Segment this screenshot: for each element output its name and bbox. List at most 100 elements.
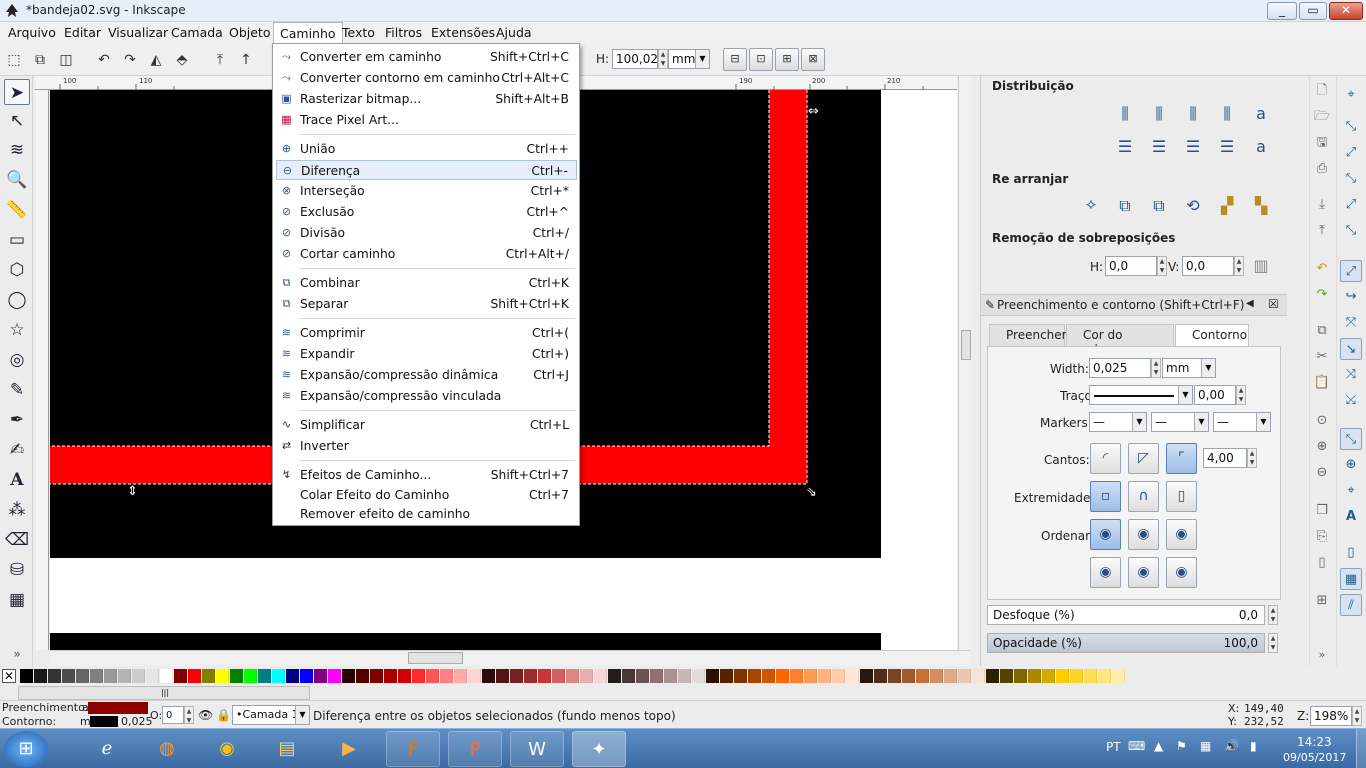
snap-bbox-edge-icon[interactable]: ⤢ <box>1340 142 1362 164</box>
color-swatch[interactable] <box>20 669 33 683</box>
menu-item-converter-contorno[interactable]: ⤳ Converter contorno em caminho Ctrl+Alt… <box>276 68 577 88</box>
opacity-spinner[interactable]: ▲ ▼ <box>1268 633 1278 653</box>
snap-midpoint-icon[interactable]: ⤩ <box>1340 390 1362 412</box>
menu-item-cortar-caminho[interactable]: ⊘ Cortar caminho Ctrl+Alt+/ <box>276 244 577 264</box>
menu-item-expansao-dinamica[interactable]: ≋ Expansão/compressão dinâmica Ctrl+J <box>276 365 577 385</box>
menu-objeto[interactable]: Objeto <box>229 25 271 40</box>
menu-item-separar[interactable]: ⧉ Separar Shift+Ctrl+K <box>276 294 577 314</box>
menu-item-colar-efeito[interactable]: Colar Efeito do Caminho Ctrl+7 <box>276 485 577 505</box>
menu-item-divisao[interactable]: ⊘ Divisão Ctrl+/ <box>276 223 577 243</box>
mid-marker-select[interactable]: — ▼ <box>1151 412 1209 432</box>
horizontal-scroll-thumb[interactable] <box>408 652 463 664</box>
snap-smooth-icon[interactable]: ⤨ <box>1340 364 1362 386</box>
zoom-spinner[interactable]: ▲ ▼ <box>1352 706 1362 726</box>
color-swatch[interactable] <box>398 669 411 683</box>
color-swatch[interactable] <box>1084 669 1097 683</box>
color-swatch[interactable] <box>538 669 551 683</box>
pen-tool-icon[interactable]: ✒ <box>4 407 30 433</box>
color-swatch[interactable] <box>1112 669 1125 683</box>
calligraphy-tool-icon[interactable]: ✍ <box>4 437 30 463</box>
color-swatch[interactable] <box>552 669 565 683</box>
color-swatch[interactable] <box>188 669 201 683</box>
import-icon[interactable]: ⤓ <box>1311 194 1333 216</box>
undo-icon[interactable]: ↶ <box>1311 258 1333 280</box>
color-swatch[interactable] <box>706 669 719 683</box>
rectangle-tool-icon[interactable]: ▭ <box>4 227 30 253</box>
miter-limit-spinner[interactable]: ▲ ▼ <box>1247 448 1257 468</box>
color-swatch[interactable] <box>720 669 733 683</box>
snap-bbox-center-icon[interactable]: ⤡ <box>1340 220 1362 242</box>
color-swatch[interactable] <box>1098 669 1111 683</box>
blur-slider[interactable]: Desfoque (%) 0,0 <box>987 605 1265 625</box>
eye-icon[interactable]: 👁 <box>198 708 213 722</box>
zoom-drawing-icon[interactable]: ⊕ <box>1311 436 1333 458</box>
paste-icon[interactable]: 📋 <box>1311 372 1333 394</box>
open-icon[interactable]: 🗁 <box>1311 106 1333 128</box>
order-fill-markers-button[interactable]: ◉ <box>1166 519 1197 550</box>
color-swatch[interactable] <box>426 669 439 683</box>
dash-pattern-select[interactable]: ▼ <box>1089 385 1193 405</box>
select-all-icon[interactable]: ⬚ <box>4 50 24 70</box>
fill-color-swatch[interactable] <box>88 702 148 714</box>
color-swatch[interactable] <box>174 669 187 683</box>
stroke-width-value[interactable]: 0,025 <box>121 715 153 728</box>
color-swatch[interactable] <box>1042 669 1055 683</box>
join-miter-button[interactable]: ⌜ <box>1166 443 1197 474</box>
media-player-icon[interactable]: ▶ <box>322 731 376 767</box>
redo-icon[interactable]: ↷ <box>1311 284 1333 306</box>
clone-icon[interactable]: ⎘ <box>1311 526 1333 548</box>
powerpoint-icon[interactable]: P <box>448 731 502 767</box>
menu-caminho[interactable]: Caminho <box>273 22 343 44</box>
distribute-baseline-v-icon[interactable]: a <box>1247 133 1275 161</box>
menu-item-converter-em-caminho[interactable]: ⤳ Converter em caminho Shift+Ctrl+C <box>276 47 577 67</box>
color-swatch[interactable] <box>160 669 173 683</box>
fusion-360-icon[interactable]: F <box>386 731 440 767</box>
color-swatch[interactable] <box>692 669 705 683</box>
color-swatch[interactable] <box>846 669 859 683</box>
color-swatch[interactable] <box>608 669 621 683</box>
menu-item-efeitos-de-caminho[interactable]: ↯ Efeitos de Caminho... Shift+Ctrl+7 <box>276 465 577 485</box>
color-swatch[interactable] <box>790 669 803 683</box>
lock-icon[interactable]: 🔒 <box>216 708 231 722</box>
color-swatch[interactable] <box>902 669 915 683</box>
menu-item-uniao[interactable]: ⊕ União Ctrl++ <box>276 139 577 159</box>
cap-round-button[interactable]: ∩ <box>1128 481 1159 512</box>
zoom-page-icon[interactable]: ⊖ <box>1311 462 1333 484</box>
spray-tool-icon[interactable]: ⁂ <box>4 497 30 523</box>
order-stroke-fill-button[interactable]: ◉ <box>1128 519 1159 550</box>
join-round-button[interactable]: ◜ <box>1090 443 1121 474</box>
color-swatch[interactable] <box>496 669 509 683</box>
raise-icon[interactable]: ↑ <box>236 50 256 70</box>
color-swatch[interactable] <box>300 669 313 683</box>
color-swatch[interactable] <box>48 669 61 683</box>
color-swatch[interactable] <box>328 669 341 683</box>
menu-ajuda[interactable]: Ajuda <box>496 25 532 40</box>
distribute-bottom-icon[interactable]: ☰ <box>1179 133 1207 161</box>
rotate-ccw-icon[interactable]: ↶ <box>94 50 114 70</box>
action-center-icon[interactable]: ⚑ <box>1176 739 1187 753</box>
opacity-slider[interactable]: Opacidade (%) 100,0 <box>987 633 1265 653</box>
color-swatch[interactable] <box>860 669 873 683</box>
remove-overlaps-icon[interactable]: ▥ <box>1247 252 1275 280</box>
color-swatch[interactable] <box>202 669 215 683</box>
color-swatch[interactable] <box>832 669 845 683</box>
menu-item-inverter[interactable]: ⇄ Inverter <box>276 436 577 456</box>
snap-cusp-icon[interactable]: ↘ <box>1340 338 1362 360</box>
color-swatch[interactable] <box>118 669 131 683</box>
transform-gradients-button[interactable]: ⊞ <box>775 48 799 71</box>
color-swatch[interactable] <box>272 669 285 683</box>
selector-tool-icon[interactable]: ➤ <box>4 79 30 105</box>
cap-butt-button[interactable]: ▫ <box>1090 481 1121 512</box>
color-swatch[interactable] <box>958 669 971 683</box>
chrome-icon[interactable]: ◉ <box>200 731 254 767</box>
network-icon[interactable]: ▦ <box>1200 739 1211 753</box>
volume-icon[interactable]: 🔊 <box>1224 739 1239 753</box>
color-swatch[interactable] <box>930 669 943 683</box>
color-swatch[interactable] <box>132 669 145 683</box>
unclump-icon[interactable]: ▚ <box>1247 192 1275 220</box>
snap-intersection-icon[interactable]: ⤧ <box>1340 312 1362 334</box>
3d-box-tool-icon[interactable]: ⬡ <box>4 257 30 283</box>
color-swatch[interactable] <box>1028 669 1041 683</box>
menu-item-expansao-vinculada[interactable]: ≋ Expansão/compressão vinculada <box>276 386 577 406</box>
menu-camada[interactable]: Camada <box>171 25 223 40</box>
